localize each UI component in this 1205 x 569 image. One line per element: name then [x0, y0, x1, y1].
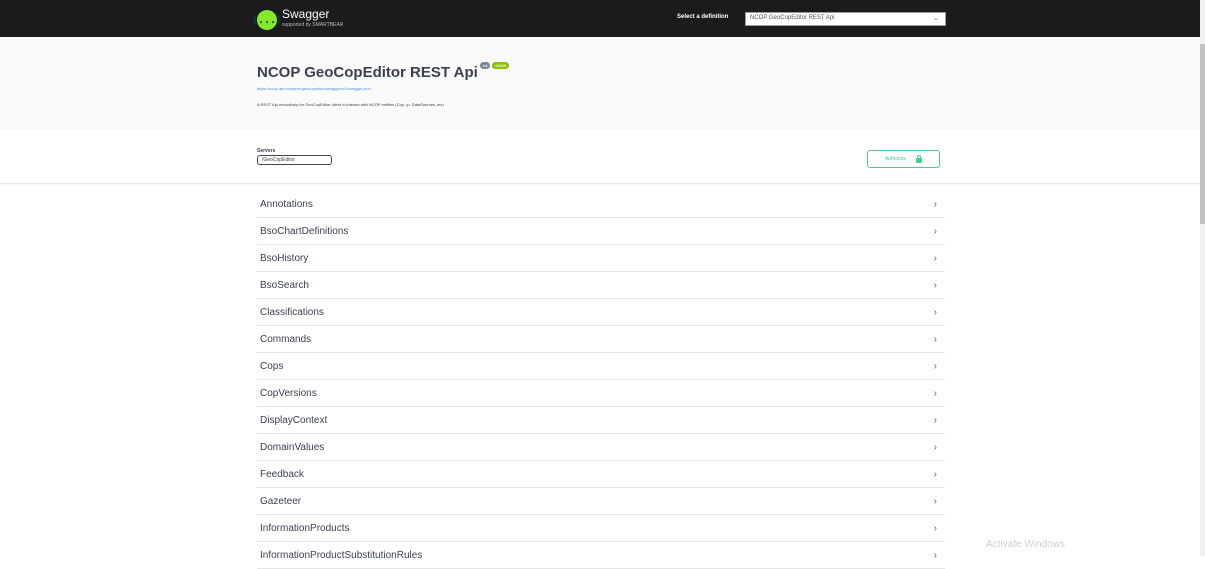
spec-url-link[interactable]: https://ncop-api.example/geocopeditor/sw… [257, 86, 371, 91]
chevron-right-icon: › [933, 360, 937, 372]
oas-badge: OAS3 [492, 62, 510, 69]
lock-icon [916, 154, 923, 163]
tag-section-row[interactable]: CopVersions › [257, 380, 945, 407]
logo-subtext: supported by SMARTBEAR [282, 22, 344, 28]
tag-name: BsoSearch [260, 279, 309, 291]
tag-section-row[interactable]: Commands › [257, 326, 945, 353]
tag-name: Annotations [260, 198, 313, 210]
topbar: {...} Swagger supported by SMARTBEAR Sel… [0, 0, 1200, 37]
chevron-right-icon: › [933, 468, 937, 480]
swagger-logo[interactable]: {...} Swagger supported by SMARTBEAR [252, 7, 344, 31]
tag-section-row[interactable]: BsoHistory › [257, 245, 945, 272]
tag-name: Gazeteer [260, 495, 302, 507]
authorize-button[interactable]: Authorize [867, 150, 940, 168]
chevron-right-icon: › [933, 495, 937, 507]
chevron-down-icon: ⌄ [933, 15, 939, 22]
tag-name: DisplayContext [260, 414, 328, 426]
chevron-right-icon: › [933, 549, 937, 561]
tag-list: Annotations › BsoChartDefinitions › BsoHisto… [257, 191, 945, 569]
tag-name: Cops [260, 360, 284, 372]
swagger-logo-icon: {...} [252, 10, 282, 30]
version-badge: v1 [479, 62, 491, 69]
chevron-right-icon: › [933, 333, 937, 345]
tag-name: Classifications [260, 306, 324, 318]
tag-section-row[interactable]: BsoChartDefinitions › [257, 218, 945, 245]
api-title: NCOP GeoCopEditor REST Api v1 OAS3 [257, 62, 510, 81]
tag-name: Commands [260, 333, 312, 345]
tag-section-row[interactable]: BsoSearch › [257, 272, 945, 299]
logo-text: Swagger [282, 7, 330, 21]
tag-name: CopVersions [260, 387, 317, 399]
tag-section-row[interactable]: Feedback › [257, 461, 945, 488]
tag-name: InformationProductSubstitutionRules [260, 549, 423, 561]
tag-name: Feedback [260, 468, 304, 480]
servers-select-value: /GeoCopEditor [262, 157, 296, 163]
chevron-right-icon: › [933, 279, 937, 291]
tag-section-row[interactable]: Gazeteer › [257, 488, 945, 515]
chevron-right-icon: › [933, 252, 937, 264]
tag-section-row[interactable]: DisplayContext › [257, 407, 945, 434]
scrollbar-thumb[interactable] [1200, 44, 1205, 224]
servers-label: Servers [257, 148, 276, 154]
authorize-label: Authorize [884, 156, 907, 162]
chevron-right-icon: › [933, 198, 937, 210]
servers-select[interactable]: /GeoCopEditor [257, 155, 332, 165]
chevron-right-icon: › [933, 225, 937, 237]
tag-name: DomainValues [260, 441, 325, 453]
api-title-text: NCOP GeoCopEditor REST Api [257, 64, 478, 81]
tag-section-row[interactable]: Annotations › [257, 191, 945, 218]
tag-section-row[interactable]: Cops › [257, 353, 945, 380]
definition-select[interactable]: NCOP GeoCopEditor REST Api ⌄ [745, 12, 946, 26]
windows-activation-watermark: Activate Windows [986, 539, 1065, 550]
definition-select-value: NCOP GeoCopEditor REST Api [750, 15, 835, 21]
chevron-right-icon: › [933, 306, 937, 318]
chevron-right-icon: › [933, 441, 937, 453]
info-section [0, 37, 1200, 129]
tag-section-row[interactable]: InformationProducts › [257, 515, 945, 542]
chevron-right-icon: › [933, 414, 937, 426]
tag-name: InformationProducts [260, 522, 350, 534]
tag-name: BsoChartDefinitions [260, 225, 349, 237]
tag-name: BsoHistory [260, 252, 309, 264]
tag-section-row[interactable]: DomainValues › [257, 434, 945, 461]
api-description: A REST Api exclusively for GeoCopEditor … [257, 102, 444, 107]
chevron-right-icon: › [933, 522, 937, 534]
tag-section-row[interactable]: Classifications › [257, 299, 945, 326]
scheme-container [0, 129, 1200, 183]
definition-label: Select a definition [677, 14, 729, 20]
chevron-right-icon: › [933, 387, 937, 399]
